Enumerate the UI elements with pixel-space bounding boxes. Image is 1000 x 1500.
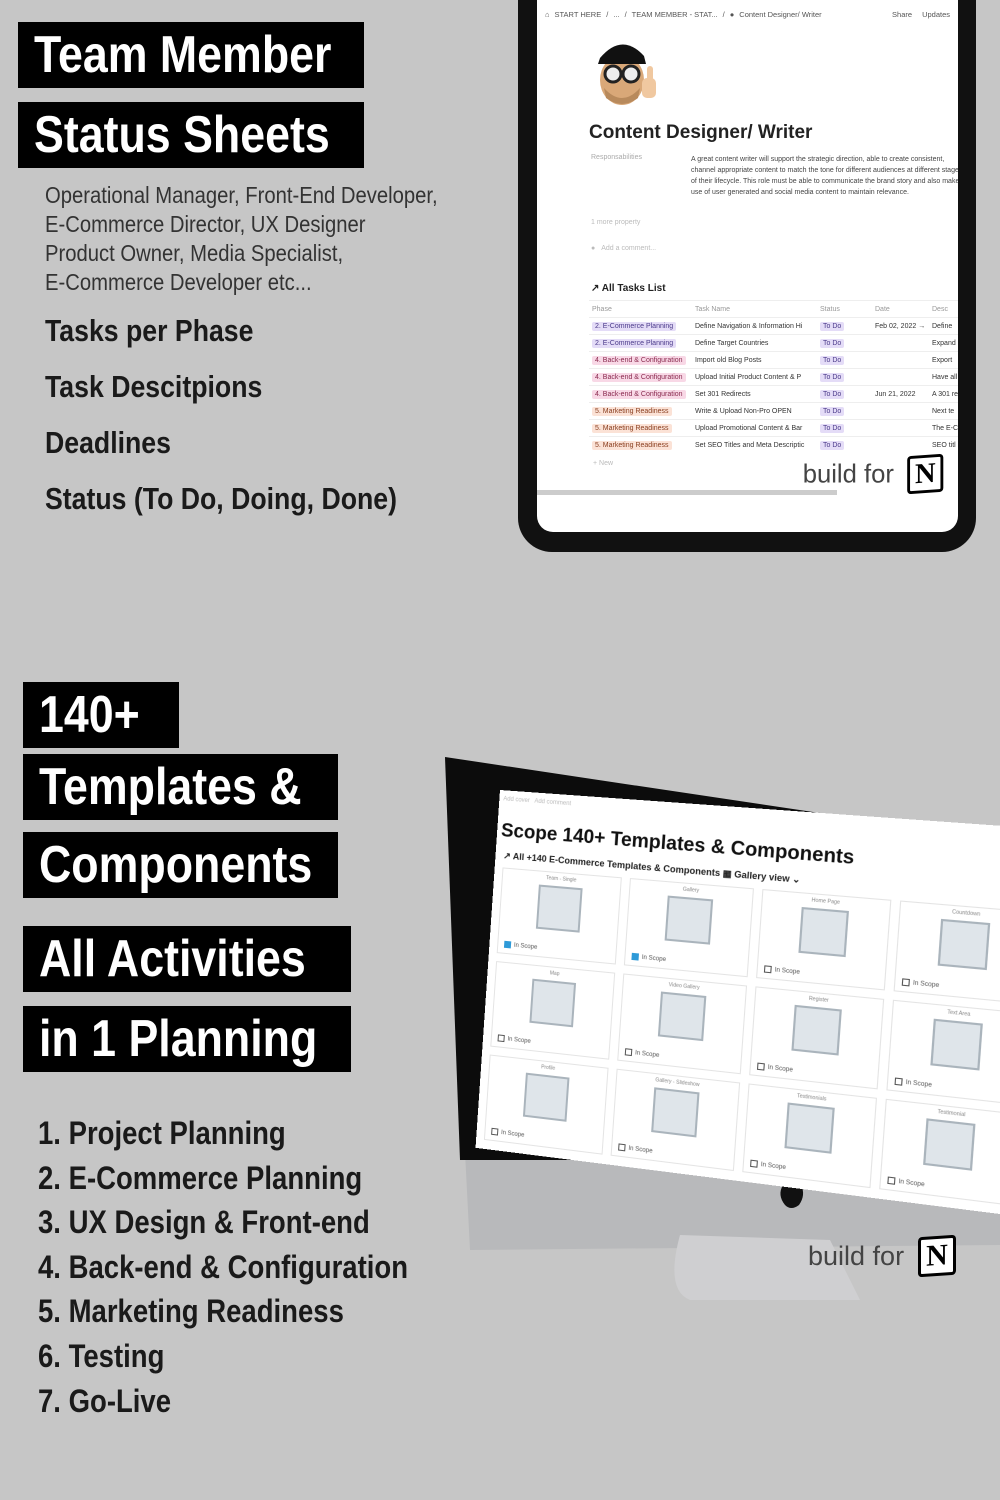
checkbox-icon bbox=[894, 1077, 903, 1086]
in-scope-label: In Scope bbox=[912, 979, 940, 989]
wireframe-thumbnail bbox=[791, 1004, 842, 1056]
gallery-card[interactable]: Testimonial In Scope bbox=[879, 1098, 1000, 1206]
in-scope-checkbox[interactable]: In Scope bbox=[618, 1143, 653, 1154]
add-comment-button[interactable]: Add comment bbox=[534, 799, 571, 808]
in-scope-label: In Scope bbox=[513, 942, 538, 951]
checkbox-icon bbox=[624, 1048, 633, 1057]
gallery-card[interactable]: Video Gallery In Scope bbox=[617, 973, 748, 1075]
in-scope-checkbox[interactable]: In Scope bbox=[894, 1077, 933, 1089]
wireframe-thumbnail bbox=[784, 1102, 835, 1154]
in-scope-checkbox[interactable]: In Scope bbox=[901, 978, 940, 989]
gallery-card[interactable]: Team - Single In Scope bbox=[496, 867, 622, 965]
in-scope-checkbox[interactable]: In Scope bbox=[756, 1062, 794, 1074]
in-scope-checkbox[interactable]: In Scope bbox=[624, 1048, 660, 1059]
in-scope-checkbox[interactable]: In Scope bbox=[497, 1034, 531, 1045]
in-scope-checkbox[interactable]: In Scope bbox=[503, 940, 538, 951]
in-scope-checkbox[interactable]: In Scope bbox=[631, 952, 667, 963]
checkbox-icon bbox=[901, 978, 910, 987]
notion-logo-icon: N bbox=[918, 1234, 957, 1278]
in-scope-label: In Scope bbox=[628, 1145, 653, 1155]
in-scope-checkbox[interactable]: In Scope bbox=[887, 1176, 925, 1189]
wireframe-thumbnail bbox=[522, 1072, 570, 1122]
checkbox-icon bbox=[618, 1143, 626, 1152]
checkbox-icon bbox=[631, 952, 640, 961]
gallery-card[interactable]: Gallery - Slideshow In Scope bbox=[610, 1068, 741, 1172]
in-scope-label: In Scope bbox=[905, 1079, 933, 1089]
in-scope-label: In Scope bbox=[507, 1035, 531, 1045]
in-scope-label: In Scope bbox=[760, 1161, 787, 1171]
checkbox-icon bbox=[750, 1159, 758, 1168]
in-scope-label: In Scope bbox=[641, 954, 667, 963]
build-for-text: build for bbox=[808, 1240, 905, 1271]
gallery-card[interactable]: Register In Scope bbox=[749, 986, 885, 1090]
wireframe-thumbnail bbox=[664, 895, 714, 945]
in-scope-checkbox[interactable]: In Scope bbox=[763, 965, 801, 976]
wireframe-thumbnail bbox=[937, 918, 991, 971]
gallery-card[interactable]: Home Page In Scope bbox=[756, 889, 892, 991]
in-scope-label: In Scope bbox=[767, 1064, 794, 1074]
card-title: Home Page bbox=[811, 897, 841, 907]
in-scope-checkbox[interactable]: In Scope bbox=[750, 1159, 787, 1172]
gallery-card[interactable]: Countdown In Scope bbox=[893, 900, 1000, 1005]
checkbox-icon bbox=[503, 940, 512, 949]
checkbox-icon bbox=[491, 1127, 499, 1136]
wireframe-thumbnail bbox=[657, 991, 707, 1042]
gallery-card[interactable]: Text Area In Scope bbox=[886, 999, 1000, 1106]
in-scope-label: In Scope bbox=[500, 1129, 525, 1139]
card-title: Team - Single bbox=[545, 875, 577, 884]
checkbox-icon bbox=[756, 1062, 765, 1071]
checkbox-icon bbox=[887, 1176, 896, 1185]
gallery-card[interactable]: Gallery In Scope bbox=[623, 878, 754, 978]
in-scope-label: In Scope bbox=[634, 1049, 660, 1059]
in-scope-checkbox[interactable]: In Scope bbox=[491, 1127, 525, 1139]
build-for-notion: build for N bbox=[808, 1234, 957, 1278]
imac-screen: Add cover Add comment Scope 140+ Templat… bbox=[475, 790, 1000, 1217]
wireframe-thumbnail bbox=[798, 906, 849, 958]
wireframe-thumbnail bbox=[923, 1118, 976, 1171]
gallery-grid: Team - Single In Scope Gallery In Scope Ho… bbox=[476, 867, 1000, 1207]
wireframe-thumbnail bbox=[529, 978, 577, 1028]
in-scope-label: In Scope bbox=[898, 1178, 925, 1188]
in-scope-label: In Scope bbox=[774, 966, 801, 976]
gallery-card[interactable]: Map In Scope bbox=[490, 961, 616, 1060]
add-cover-button[interactable]: Add cover bbox=[503, 796, 530, 804]
gallery-card[interactable]: Profile In Scope bbox=[483, 1054, 609, 1155]
card-title: Gallery bbox=[682, 886, 700, 895]
checkbox-icon bbox=[763, 965, 772, 974]
wireframe-thumbnail bbox=[651, 1087, 700, 1138]
gallery-card[interactable]: Testimonials In Scope bbox=[742, 1083, 878, 1189]
wireframe-thumbnail bbox=[930, 1018, 983, 1071]
checkbox-icon bbox=[497, 1034, 505, 1043]
wireframe-thumbnail bbox=[535, 884, 583, 933]
